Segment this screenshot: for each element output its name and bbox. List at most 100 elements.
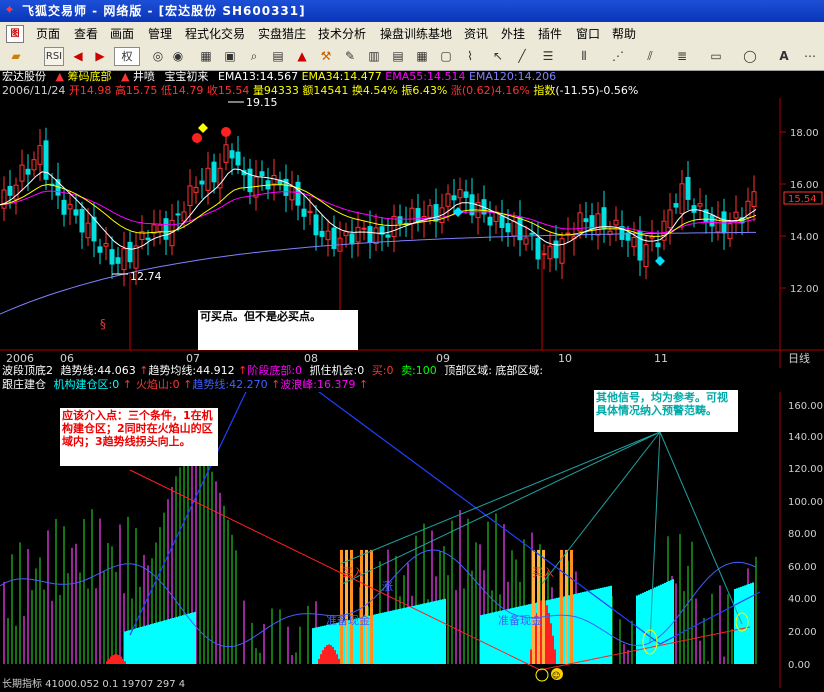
amount: 额14541 — [302, 84, 349, 97]
candle-body — [103, 243, 109, 247]
jc-zone-bar — [480, 615, 482, 664]
forward-arrow-icon[interactable]: ▶ — [90, 47, 110, 66]
jc-zone-bar — [314, 627, 316, 664]
fire-bar — [326, 645, 328, 664]
menu-plugin-ext[interactable]: 外挂 — [501, 25, 525, 42]
line-tool-icon[interactable]: ╱ — [512, 47, 532, 66]
candle-body — [541, 253, 547, 256]
rights-dropdown[interactable]: 权 — [114, 47, 140, 66]
indicator-name[interactable]: 筹码底部 — [67, 70, 111, 83]
jc-zone-bar — [404, 607, 406, 664]
alert-icon[interactable]: ▲ — [292, 47, 312, 66]
candle-body — [385, 234, 391, 238]
chart-grid-icon[interactable]: ▦ — [196, 47, 216, 66]
candle-body — [145, 237, 151, 241]
back-arrow-icon[interactable]: ◀ — [68, 47, 88, 66]
menu-help[interactable]: 帮助 — [612, 25, 636, 42]
fib-tool-icon[interactable]: ≣ — [672, 47, 692, 66]
jc-zone-bar — [376, 613, 378, 664]
jc-zone-bar — [158, 621, 160, 664]
window-icon[interactable]: ▣ — [220, 47, 240, 66]
candle-body — [61, 199, 67, 215]
cursor-icon[interactable]: ↖ — [488, 47, 508, 66]
candle-body — [511, 220, 517, 237]
fire-bar — [118, 655, 120, 664]
channel-tool-icon[interactable]: ⫽ — [640, 47, 660, 66]
candle-body — [523, 237, 529, 245]
glasses-icon[interactable]: ◎ — [148, 47, 168, 66]
jc-zone-bar — [384, 612, 386, 664]
fire-bar — [124, 661, 126, 664]
fire-bar — [106, 661, 108, 664]
sub-tick-60: 60.00 — [788, 562, 817, 573]
candle-body — [97, 246, 103, 253]
y-tick-16: 16.00 — [790, 180, 819, 191]
jc-zone-bar — [670, 580, 672, 664]
candle-body — [559, 238, 565, 264]
jc-zone-bar — [144, 625, 146, 664]
candle-body — [25, 168, 31, 175]
jc-zone-bar — [610, 585, 612, 664]
menu-program-trade[interactable]: 程式化交易 — [185, 25, 245, 42]
fan-tool-icon[interactable]: ⋰ — [608, 47, 628, 66]
split-h-icon[interactable]: ▥ — [364, 47, 384, 66]
layout-icon[interactable]: ▤ — [268, 47, 288, 66]
s-mark-icon: § — [100, 317, 106, 331]
rsi-button[interactable]: RSI — [44, 47, 64, 66]
candle-body — [31, 159, 37, 171]
menu-info[interactable]: 资讯 — [464, 25, 488, 42]
jc-zone-bar — [442, 599, 444, 664]
candle-body — [7, 185, 13, 196]
zoom-icon[interactable]: ⌕ — [244, 47, 264, 66]
pen-icon[interactable]: ✎ — [340, 47, 360, 66]
more-tools-icon[interactable]: ⋯ — [800, 47, 820, 66]
menu-tech-analysis[interactable]: 技术分析 — [318, 25, 366, 42]
follow-name[interactable]: 跟庄建仓 — [2, 378, 46, 391]
jc-zone-bar — [578, 592, 580, 664]
sub-tick-120: 120.00 — [788, 464, 823, 475]
jc-zone-bar — [176, 616, 178, 664]
candle-body — [109, 249, 115, 265]
ellipse-tool-icon[interactable]: ◯ — [740, 47, 760, 66]
line-chart-icon[interactable]: ⌇ — [460, 47, 480, 66]
menu-plugins[interactable]: 插件 — [538, 25, 562, 42]
frame-icon[interactable]: ▢ — [436, 47, 456, 66]
menu-page[interactable]: 页面 — [36, 25, 60, 42]
binoculars-icon[interactable]: ◉ — [168, 47, 188, 66]
jc-zone-bar — [318, 626, 320, 664]
fire-bar — [540, 600, 542, 664]
candle-body — [67, 203, 73, 210]
menu-window[interactable]: 窗口 — [576, 25, 600, 42]
rect-tool-icon[interactable]: ▭ — [706, 47, 726, 66]
menu-training[interactable]: 操盘训练基地 — [380, 25, 452, 42]
candle-body — [589, 215, 595, 230]
menu-draw[interactable]: 画面 — [110, 25, 134, 42]
hline-tool-icon[interactable]: ☰ — [538, 47, 558, 66]
candle-body — [349, 233, 355, 245]
table-icon[interactable]: ▦ — [412, 47, 432, 66]
menu-manage[interactable]: 管理 — [148, 25, 172, 42]
candle-body — [301, 208, 307, 217]
app-menu-icon[interactable]: 图 — [6, 25, 24, 43]
jc-zone-bar — [124, 631, 126, 664]
candle-body — [1, 189, 7, 209]
jc-zone-bar — [664, 582, 666, 664]
jc-zone-bar — [604, 587, 606, 664]
jc-zone-bar — [402, 608, 404, 664]
menu-real-hunt[interactable]: 实盘猎庄 — [258, 25, 306, 42]
rise-label: 涨 — [382, 580, 393, 593]
candle-body — [433, 204, 439, 222]
time-axis: 2006 06 07 08 09 10 11 日线 — [6, 351, 810, 365]
sub-tick-140: 140.00 — [788, 432, 823, 443]
text-tool-icon[interactable]: A — [774, 47, 794, 66]
split-v-icon[interactable]: ▤ — [388, 47, 408, 66]
period-label[interactable]: 日线 — [788, 351, 810, 365]
menu-bar: 图 页面 查看 画面 管理 程式化交易 实盘猎庄 技术分析 操盘训练基地 资讯 … — [0, 22, 824, 44]
price-chart[interactable]: 19.15 12.74 § 18.00 16.00 14.00 12.00 15… — [0, 98, 824, 368]
open-folder-icon[interactable]: ▰ — [6, 47, 26, 66]
jc-zone-bar — [400, 608, 402, 664]
wave-name[interactable]: 波段顶底2 — [2, 364, 53, 377]
menu-view[interactable]: 查看 — [74, 25, 98, 42]
vline-tool-icon[interactable]: ⦀ — [574, 47, 594, 66]
tool-icon[interactable]: ⚒ — [316, 47, 336, 66]
